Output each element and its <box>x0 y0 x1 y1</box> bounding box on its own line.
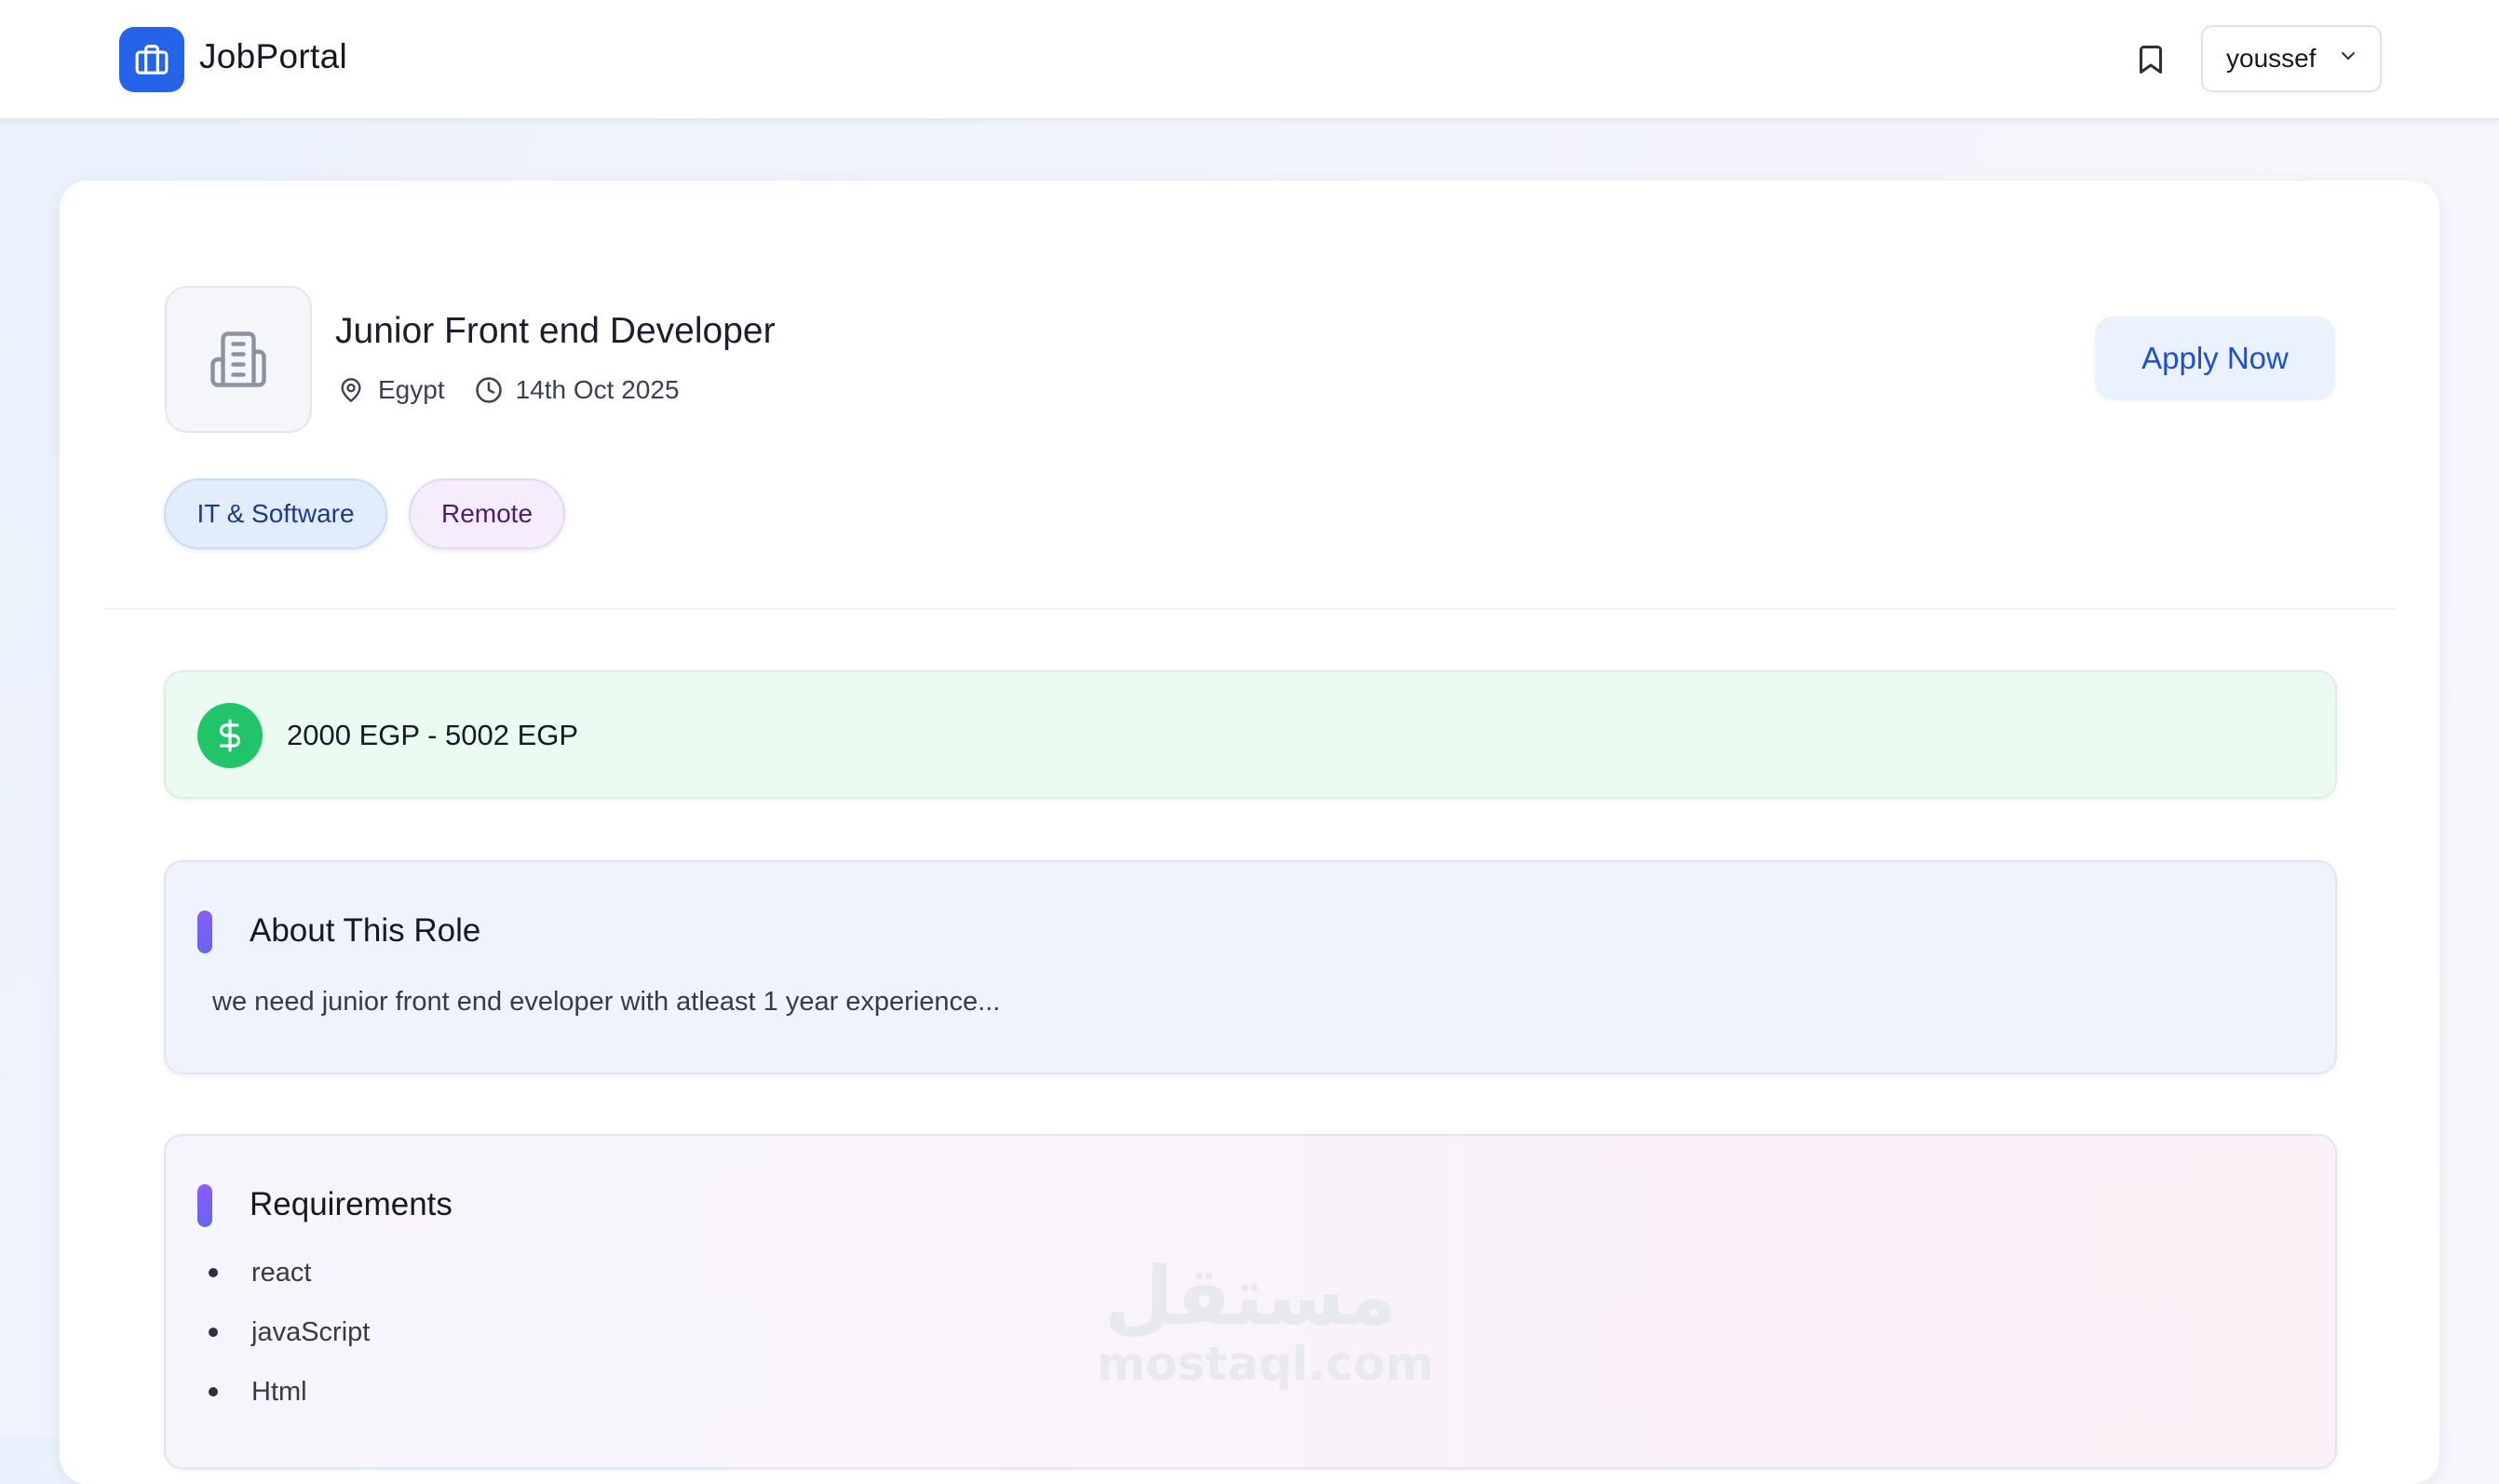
dollar-icon <box>197 703 263 768</box>
apply-now-button[interactable]: Apply Now <box>2095 317 2335 400</box>
map-pin-icon <box>335 374 367 406</box>
tag-category[interactable]: IT & Software <box>164 479 387 549</box>
section-accent-bar <box>197 911 212 953</box>
briefcase-icon[interactable] <box>119 27 184 92</box>
job-title: Junior Front end Developer <box>335 311 776 351</box>
job-meta: Egypt 14th Oct 2025 <box>335 374 680 406</box>
chevron-down-icon <box>2337 44 2359 74</box>
bookmark-icon[interactable] <box>2132 41 2169 78</box>
list-item: Html <box>207 1376 370 1436</box>
requirements-list: react javaScript Html <box>207 1257 370 1436</box>
tag-work-type[interactable]: Remote <box>409 479 565 549</box>
divider <box>104 608 2395 610</box>
watermark-arabic: مستقل <box>1103 1250 1398 1343</box>
list-item: javaScript <box>207 1316 370 1376</box>
top-navbar: JobPortal youssef <box>0 0 2499 120</box>
job-posted-date: 14th Oct 2025 <box>515 375 680 404</box>
user-menu-dropdown[interactable]: youssef <box>2201 25 2382 92</box>
about-section: About This Role we need junior front end… <box>164 860 2337 1074</box>
about-title: About This Role <box>250 912 481 949</box>
app-name[interactable]: JobPortal <box>199 37 347 76</box>
username-label: youssef <box>2226 44 2317 73</box>
job-location: Egypt <box>378 375 445 404</box>
watermark-logo: مستقل mostaql.com <box>1097 1250 1434 1406</box>
building-icon <box>165 286 312 433</box>
watermark-latin: mostaql.com <box>1097 1337 1434 1391</box>
section-accent-bar <box>197 1184 212 1227</box>
list-item: react <box>207 1257 370 1316</box>
requirements-title: Requirements <box>250 1186 453 1222</box>
salary-banner: 2000 EGP - 5002 EGP <box>164 670 2337 799</box>
about-description: we need junior front end eveloper with a… <box>212 987 1001 1017</box>
clock-icon <box>473 374 505 406</box>
salary-range: 2000 EGP - 5002 EGP <box>287 719 579 751</box>
